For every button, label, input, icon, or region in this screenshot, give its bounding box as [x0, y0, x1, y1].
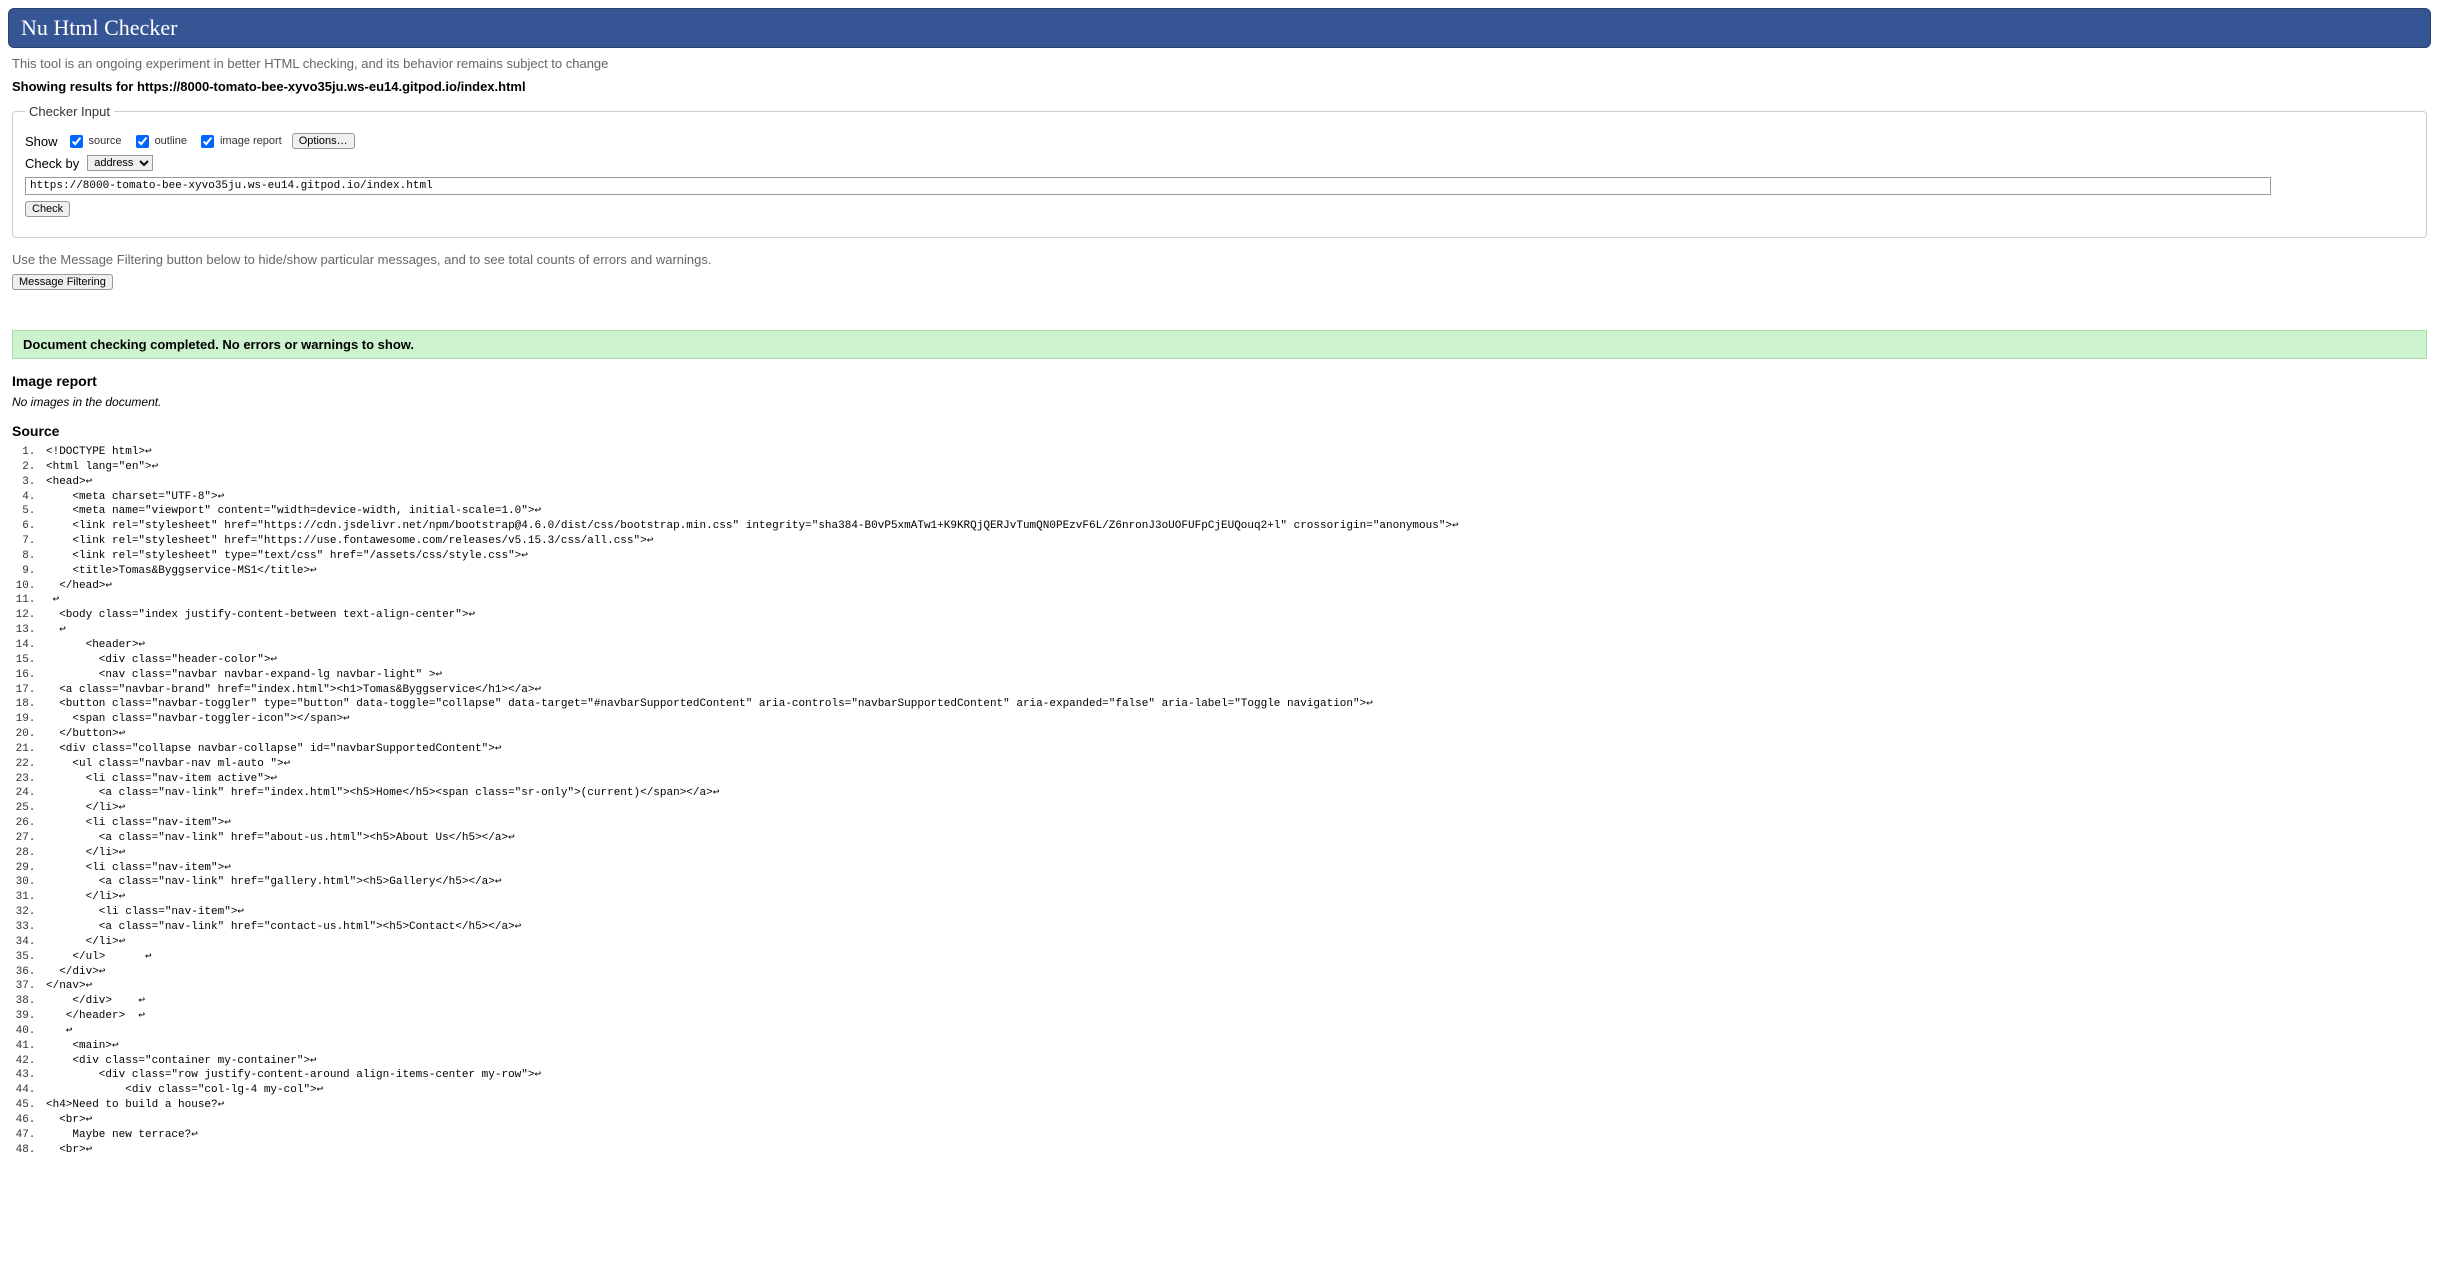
source-line: </div> ↩: [42, 994, 2427, 1009]
source-line: <main>↩: [42, 1039, 2427, 1054]
image-report-checkbox[interactable]: [201, 135, 214, 148]
source-line: <div class="header-color">↩: [42, 653, 2427, 668]
source-line: </li>↩: [42, 801, 2427, 816]
source-line: </li>↩: [42, 935, 2427, 950]
source-line: <div class="col-lg-4 my-col">↩: [42, 1083, 2427, 1098]
page-header: Nu Html Checker: [8, 8, 2431, 48]
source-line: <div class="collapse navbar-collapse" id…: [42, 742, 2427, 757]
check-row: Check: [25, 201, 2414, 217]
source-line: </li>↩: [42, 890, 2427, 905]
filter-description: Use the Message Filtering button below t…: [12, 252, 2427, 267]
source-line: <body class="index justify-content-betwe…: [42, 608, 2427, 623]
address-input[interactable]: [25, 177, 2271, 195]
checkby-select[interactable]: address: [87, 155, 153, 171]
results-for: Showing results for https://8000-tomato-…: [12, 79, 2427, 94]
source-line: <li class="nav-item">↩: [42, 816, 2427, 831]
source-line: <html lang="en">↩: [42, 460, 2427, 475]
source-line: </header> ↩: [42, 1009, 2427, 1024]
source-line: <li class="nav-item">↩: [42, 905, 2427, 920]
show-label: Show: [25, 134, 58, 149]
source-line: <a class="navbar-brand" href="index.html…: [42, 683, 2427, 698]
source-line: Maybe new terrace?↩: [42, 1128, 2427, 1143]
page-title: Nu Html Checker: [21, 15, 2418, 41]
source-line: </head>↩: [42, 579, 2427, 594]
source-line: <div class="container my-container">↩: [42, 1054, 2427, 1069]
source-line: </ul> ↩: [42, 950, 2427, 965]
image-report-heading: Image report: [12, 373, 2427, 389]
source-line: <link rel="stylesheet" type="text/css" h…: [42, 549, 2427, 564]
options-button[interactable]: Options…: [292, 133, 355, 149]
checkby-label: Check by: [25, 156, 79, 171]
source-line: <li class="nav-item">↩: [42, 861, 2427, 876]
success-message: Document checking completed. No errors o…: [12, 330, 2427, 359]
source-line: </li>↩: [42, 846, 2427, 861]
checker-input-fieldset: Checker Input Show source outline image …: [12, 104, 2427, 238]
outline-checkbox-label: outline: [155, 135, 187, 147]
source-line: </button>↩: [42, 727, 2427, 742]
source-line: <head>↩: [42, 475, 2427, 490]
fieldset-legend: Checker Input: [25, 104, 114, 119]
source-line: <a class="nav-link" href="about-us.html"…: [42, 831, 2427, 846]
source-line: <a class="nav-link" href="index.html"><h…: [42, 786, 2427, 801]
source-checkbox-label: source: [89, 135, 122, 147]
source-line: <!DOCTYPE html>↩: [42, 445, 2427, 460]
results-prefix: Showing results for: [12, 79, 137, 94]
source-line: <ul class="navbar-nav ml-auto ">↩: [42, 757, 2427, 772]
source-line: <br>↩: [42, 1113, 2427, 1128]
source-line: <meta charset="UTF-8">↩: [42, 490, 2427, 505]
source-line: ↩: [42, 623, 2427, 638]
message-filtering-button[interactable]: Message Filtering: [12, 274, 113, 290]
source-line: <h4>Need to build a house?↩: [42, 1098, 2427, 1113]
source-line: </nav>↩: [42, 979, 2427, 994]
source-heading: Source: [12, 423, 2427, 439]
source-line: <header>↩: [42, 638, 2427, 653]
source-line: <div class="row justify-content-around a…: [42, 1068, 2427, 1083]
outline-checkbox[interactable]: [136, 135, 149, 148]
source-line: <button class="navbar-toggler" type="but…: [42, 697, 2427, 712]
source-checkbox[interactable]: [70, 135, 83, 148]
source-line: </div>↩: [42, 965, 2427, 980]
source-line: <a class="nav-link" href="contact-us.htm…: [42, 920, 2427, 935]
source-listing: <!DOCTYPE html>↩<html lang="en">↩<head>↩…: [12, 445, 2427, 1158]
source-line: <title>Tomas&Byggservice-MS1</title>↩: [42, 564, 2427, 579]
source-line: ↩: [42, 1024, 2427, 1039]
image-report-checkbox-label: image report: [220, 135, 282, 147]
source-line: <a class="nav-link" href="gallery.html">…: [42, 875, 2427, 890]
source-line: <link rel="stylesheet" href="https://use…: [42, 534, 2427, 549]
source-line: <span class="navbar-toggler-icon"></span…: [42, 712, 2427, 727]
check-button[interactable]: Check: [25, 201, 70, 217]
source-line: ↩: [42, 593, 2427, 608]
url-row: [25, 177, 2414, 195]
source-line: <li class="nav-item active">↩: [42, 772, 2427, 787]
show-row: Show source outline image report Options…: [25, 133, 2414, 149]
results-url: https://8000-tomato-bee-xyvo35ju.ws-eu14…: [137, 79, 526, 94]
checkby-row: Check by address: [25, 155, 2414, 171]
image-report-note: No images in the document.: [12, 395, 2427, 409]
source-line: <meta name="viewport" content="width=dev…: [42, 504, 2427, 519]
source-line: <br>↩: [42, 1143, 2427, 1158]
intro-text: This tool is an ongoing experiment in be…: [12, 56, 2427, 71]
source-line: <nav class="navbar navbar-expand-lg navb…: [42, 668, 2427, 683]
source-line: <link rel="stylesheet" href="https://cdn…: [42, 519, 2427, 534]
